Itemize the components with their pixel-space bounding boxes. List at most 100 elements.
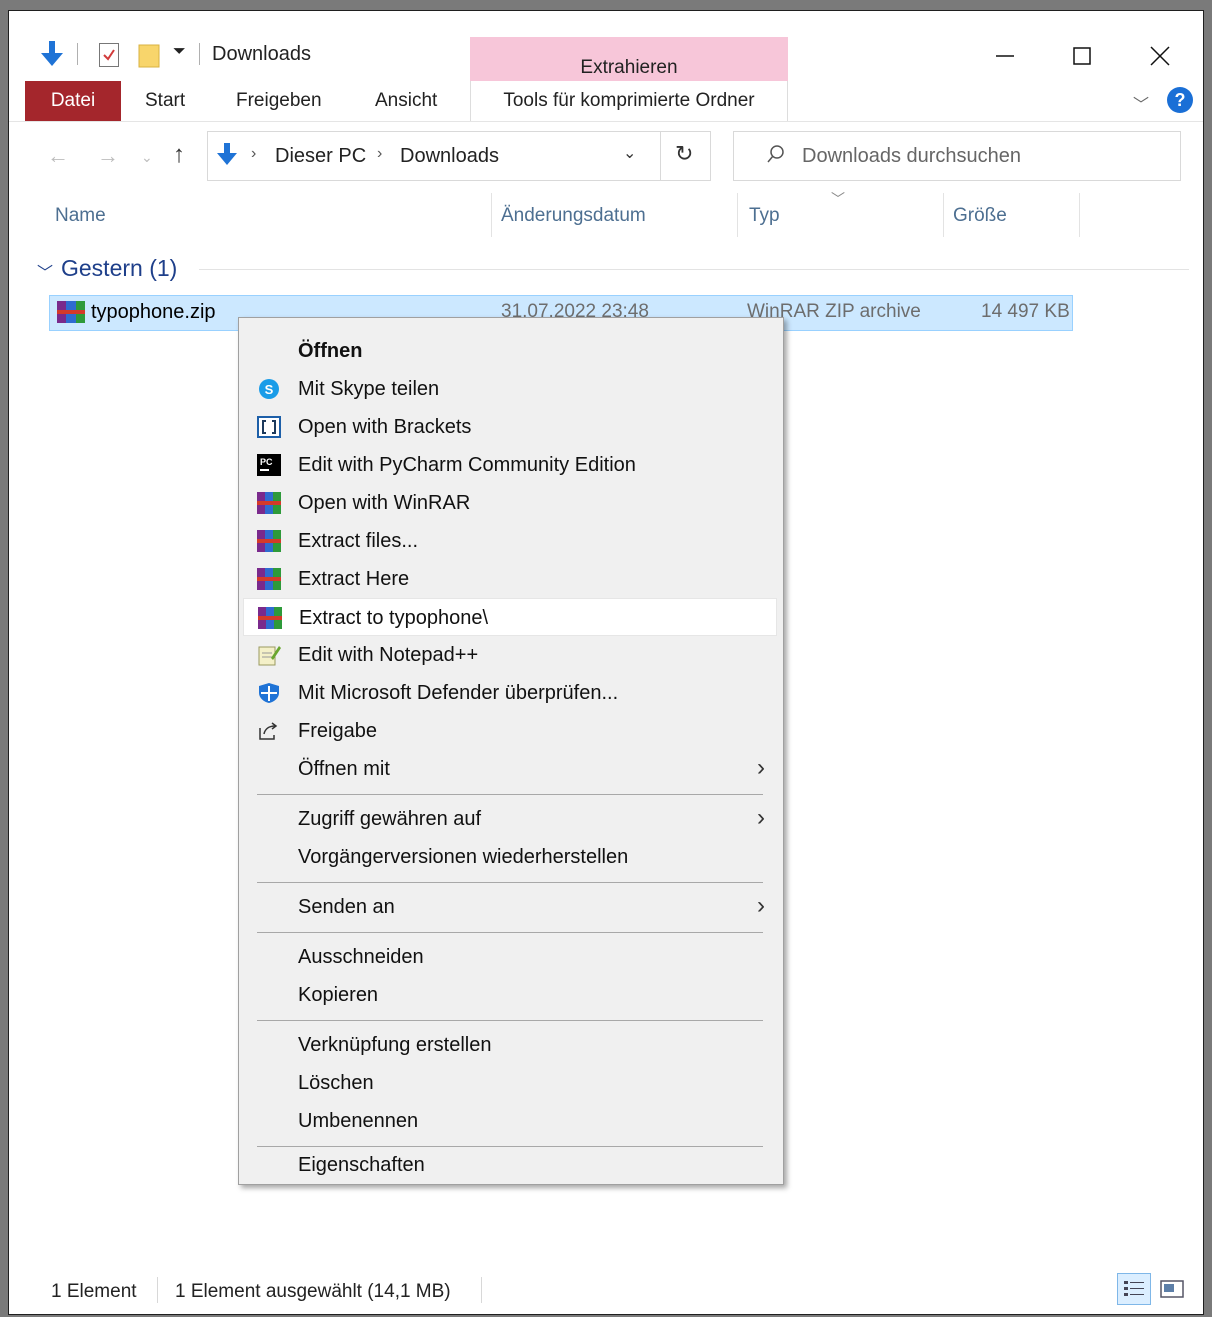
downloads-location-icon <box>217 143 237 165</box>
new-folder-icon[interactable] <box>137 41 161 69</box>
properties-check-icon[interactable] <box>99 43 119 67</box>
menu-item-label: Eigenschaften <box>298 1154 425 1176</box>
menu-item-delete[interactable]: Löschen <box>243 1064 777 1102</box>
winrar-icon <box>257 568 281 590</box>
winrar-icon <box>258 607 282 629</box>
menu-item-rename[interactable]: Umbenennen <box>243 1102 777 1140</box>
expand-ribbon-icon[interactable]: ﹀ <box>1133 91 1149 115</box>
menu-item-label: Edit with PyCharm Community Edition <box>298 454 636 476</box>
menu-item-open-brackets[interactable]: Open with Brackets <box>243 408 777 446</box>
breadcrumb-separator-icon: › <box>377 145 383 162</box>
menu-item-label: Mit Microsoft Defender überprüfen... <box>298 682 619 704</box>
explorer-window: ⏷ Downloads Extrahieren Datei Start Frei… <box>8 10 1204 1315</box>
menu-item-copy[interactable]: Kopieren <box>243 976 777 1014</box>
tab-ansicht[interactable]: Ansicht <box>375 81 437 121</box>
recent-locations-icon[interactable]: ⌄ <box>141 149 153 166</box>
menu-item-label: Senden an <box>298 896 395 918</box>
status-separator <box>481 1277 482 1303</box>
menu-item-label: Umbenennen <box>298 1110 419 1132</box>
column-divider[interactable] <box>491 193 492 237</box>
menu-item-restore-versions[interactable]: Vorgängerversionen wiederherstellen <box>243 838 777 876</box>
window-title: Downloads <box>212 43 311 65</box>
winrar-icon <box>257 492 281 514</box>
details-view-icon <box>1124 1281 1144 1296</box>
menu-item-extract-to-folder[interactable]: Extract to typophone\ <box>243 598 777 636</box>
menu-item-label: Freigabe <box>298 720 377 742</box>
qat-separator <box>77 43 78 65</box>
ribbon-tabs: Datei Start Freigeben Ansicht Tools für … <box>9 81 1203 121</box>
column-date[interactable]: Änderungsdatum <box>501 205 646 227</box>
menu-item-label: Löschen <box>298 1072 374 1094</box>
contextual-tab-header-label: Extrahieren <box>580 57 678 78</box>
minimize-button[interactable] <box>982 39 1028 73</box>
address-dropdown-icon[interactable]: ⌄ <box>623 143 636 163</box>
search-placeholder: Downloads durchsuchen <box>802 145 1022 167</box>
tab-datei[interactable]: Datei <box>25 81 121 121</box>
menu-item-open[interactable]: Öffnen <box>243 332 777 370</box>
details-view-button[interactable] <box>1117 1273 1151 1305</box>
breadcrumb-dieser-pc[interactable]: Dieser PC <box>275 145 366 168</box>
menu-separator <box>257 932 763 933</box>
qat-separator <box>199 43 200 65</box>
menu-item-send-to[interactable]: Senden an › <box>243 888 777 926</box>
breadcrumb-separator-icon: › <box>251 145 257 162</box>
menu-item-open-winrar[interactable]: Open with WinRAR <box>243 484 777 522</box>
address-divider <box>660 132 661 180</box>
menu-item-defender-scan[interactable]: Mit Microsoft Defender überprüfen... <box>243 674 777 712</box>
column-divider[interactable] <box>943 193 944 237</box>
brackets-icon <box>257 416 281 438</box>
menu-item-give-access[interactable]: Zugriff gewähren auf › <box>243 800 777 838</box>
menu-item-share-skype[interactable]: S Mit Skype teilen <box>243 370 777 408</box>
download-arrow-icon <box>41 41 63 66</box>
menu-item-label: Öffnen <box>298 340 363 362</box>
group-title[interactable]: Gestern (1) <box>61 255 177 282</box>
menu-item-cut[interactable]: Ausschneiden <box>243 938 777 976</box>
menu-item-extract-here[interactable]: Extract Here <box>243 560 777 598</box>
menu-item-edit-notepadpp[interactable]: Edit with Notepad++ <box>243 636 777 674</box>
menu-item-label: Kopieren <box>298 984 379 1006</box>
status-selection: 1 Element ausgewählt (14,1 MB) <box>175 1281 451 1302</box>
menu-item-label: Extract Here <box>298 568 410 590</box>
menu-item-label: Ausschneiden <box>298 946 424 968</box>
breadcrumb-downloads[interactable]: Downloads <box>400 145 499 168</box>
menu-item-label: Extract files... <box>298 530 419 552</box>
help-icon[interactable]: ? <box>1167 87 1193 113</box>
menu-separator <box>257 882 763 883</box>
svg-text:S: S <box>265 382 274 397</box>
refresh-icon[interactable]: ↻ <box>675 141 693 167</box>
column-divider[interactable] <box>737 193 738 237</box>
menu-item-label: Extract to typophone\ <box>299 607 489 629</box>
skype-icon: S <box>259 379 279 399</box>
menu-item-share[interactable]: Freigabe <box>243 712 777 750</box>
pycharm-icon: PC <box>257 454 281 476</box>
submenu-arrow-icon: › <box>757 892 765 919</box>
menu-item-open-with[interactable]: Öffnen mit › <box>243 750 777 788</box>
column-type[interactable]: Typ <box>749 205 780 227</box>
up-button[interactable]: ↑ <box>173 141 185 169</box>
maximize-button[interactable] <box>1059 39 1105 73</box>
context-menu: Öffnen S Mit Skype teilen Open with Brac… <box>238 317 784 1185</box>
notepadpp-icon <box>258 646 281 666</box>
menu-item-label: Open with WinRAR <box>298 492 471 514</box>
qat-dropdown-icon[interactable]: ⏷ <box>173 43 186 61</box>
search-icon <box>767 145 784 163</box>
back-button[interactable]: ← <box>47 143 69 169</box>
column-divider[interactable] <box>1079 193 1080 237</box>
column-name[interactable]: Name <box>55 205 106 227</box>
forward-button[interactable]: → <box>97 143 119 169</box>
file-name[interactable]: typophone.zip <box>91 301 216 324</box>
menu-item-create-shortcut[interactable]: Verknüpfung erstellen <box>243 1026 777 1064</box>
minimize-icon <box>996 55 1014 57</box>
large-icons-view-icon[interactable] <box>1159 1277 1185 1301</box>
menu-item-edit-pycharm[interactable]: PC Edit with PyCharm Community Edition <box>243 446 777 484</box>
svg-text:PC: PC <box>260 457 273 467</box>
menu-item-label: Vorgängerversionen wiederherstellen <box>298 846 629 868</box>
tab-freigeben[interactable]: Freigeben <box>236 81 322 121</box>
menu-item-extract-files[interactable]: Extract files... <box>243 522 777 560</box>
group-collapse-icon[interactable]: ﹀ <box>37 259 53 283</box>
column-size[interactable]: Größe <box>953 205 1007 227</box>
tab-start[interactable]: Start <box>145 81 185 121</box>
menu-item-properties[interactable]: Eigenschaften <box>243 1148 777 1182</box>
tab-compressed-tools[interactable]: Tools für komprimierte Ordner <box>470 81 788 121</box>
close-button[interactable] <box>1137 39 1183 73</box>
